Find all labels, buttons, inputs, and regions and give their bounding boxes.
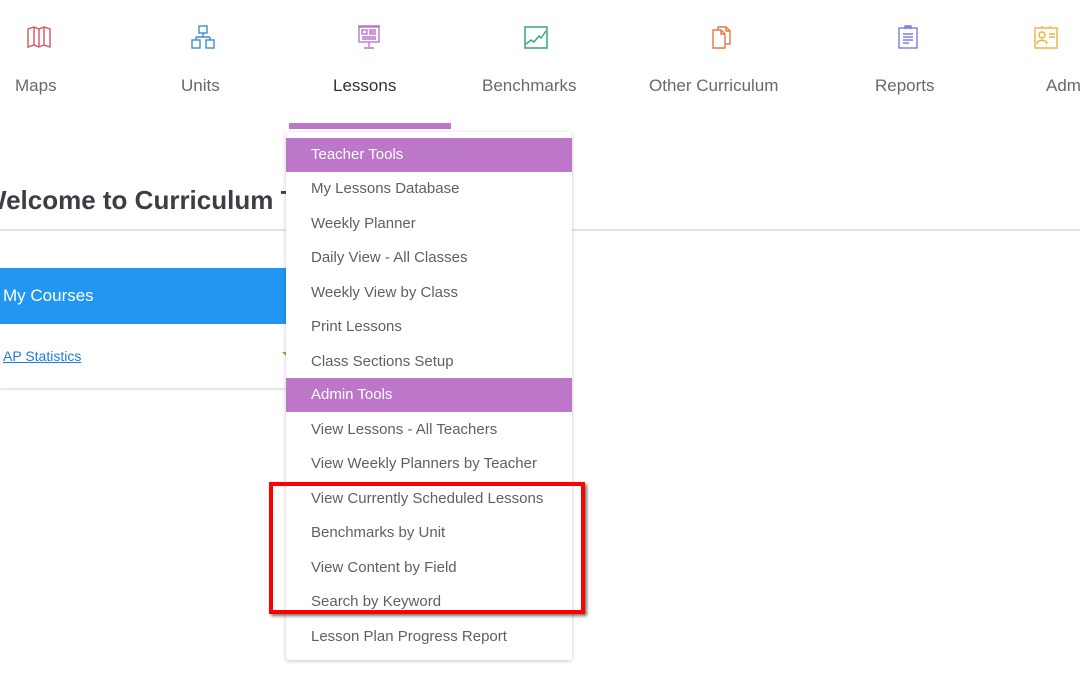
clipboard-icon <box>895 24 921 50</box>
nav-lessons[interactable]: Lessons <box>320 0 420 110</box>
nav-label: Maps <box>15 76 57 95</box>
my-courses-panel: My Courses AP Statistics <box>0 268 290 388</box>
menu-section-label: Teacher Tools <box>311 146 404 163</box>
line-chart-icon <box>523 24 549 50</box>
nav-admin[interactable]: Adm <box>1030 0 1080 110</box>
nav-reports[interactable]: Reports <box>860 0 960 110</box>
menu-item-weekly-view-by-class[interactable]: Weekly View by Class <box>286 276 572 310</box>
nav-other-curriculum[interactable]: Other Curriculum <box>640 0 810 110</box>
hierarchy-icon <box>190 24 216 50</box>
nav-units[interactable]: Units <box>160 0 250 110</box>
menu-item-view-currently-scheduled-lessons[interactable]: View Currently Scheduled Lessons <box>286 482 572 516</box>
menu-item-print-lessons[interactable]: Print Lessons <box>286 310 572 344</box>
nav-label: Lessons <box>333 76 397 95</box>
menu-item-daily-view-all-classes[interactable]: Daily View - All Classes <box>286 241 572 275</box>
menu-item-label: Weekly Planner <box>311 215 416 232</box>
lessons-dropdown-menu: Teacher Tools My Lessons Database Weekly… <box>286 132 572 660</box>
active-tab-indicator <box>289 123 451 129</box>
menu-section-teacher-tools: Teacher Tools <box>286 138 572 172</box>
menu-section-label: Admin Tools <box>311 386 393 403</box>
menu-item-label: View Weekly Planners by Teacher <box>311 455 537 472</box>
menu-item-label: Weekly View by Class <box>311 284 458 301</box>
menu-item-label: Daily View - All Classes <box>311 249 468 266</box>
menu-item-label: View Currently Scheduled Lessons <box>311 490 544 507</box>
menu-item-search-by-keyword[interactable]: Search by Keyword <box>286 585 572 619</box>
presentation-board-icon <box>356 24 382 50</box>
nav-maps[interactable]: Maps <box>0 0 80 110</box>
menu-item-lesson-plan-progress-report[interactable]: Lesson Plan Progress Report <box>286 620 572 654</box>
menu-item-view-content-by-field[interactable]: View Content by Field <box>286 551 572 585</box>
menu-item-weekly-planner[interactable]: Weekly Planner <box>286 207 572 241</box>
nav-benchmarks[interactable]: Benchmarks <box>470 0 600 110</box>
menu-item-label: Print Lessons <box>311 318 402 335</box>
menu-item-label: View Lessons - All Teachers <box>311 421 498 438</box>
menu-item-label: View Content by Field <box>311 559 457 576</box>
menu-item-label: Lesson Plan Progress Report <box>311 628 507 645</box>
menu-item-label: My Lessons Database <box>311 180 460 197</box>
menu-section-admin-tools: Admin Tools <box>286 378 572 412</box>
my-courses-header: My Courses <box>0 268 290 324</box>
nav-label: Other Curriculum <box>649 76 779 95</box>
menu-item-label: Class Sections Setup <box>311 353 454 370</box>
nav-label: Units <box>181 76 220 95</box>
my-courses-title: My Courses <box>3 286 94 305</box>
nav-label: Adm <box>1046 76 1080 95</box>
nav-label: Benchmarks <box>482 76 577 95</box>
nav-label: Reports <box>875 76 935 95</box>
top-navigation: Maps Units Lessons Benchmarks Other Curr… <box>0 0 1080 130</box>
menu-item-view-weekly-planners-by-teacher[interactable]: View Weekly Planners by Teacher <box>286 447 572 481</box>
admin-id-card-icon <box>1033 24 1059 50</box>
course-link-ap-statistics[interactable]: AP Statistics <box>3 348 81 364</box>
menu-item-label: Benchmarks by Unit <box>311 524 446 541</box>
map-icon <box>26 24 52 50</box>
page-title: Welcome to Curriculum Trak <box>0 185 335 215</box>
menu-item-view-lessons-all-teachers[interactable]: View Lessons - All Teachers <box>286 413 572 447</box>
menu-item-label: Search by Keyword <box>311 593 442 610</box>
menu-item-benchmarks-by-unit[interactable]: Benchmarks by Unit <box>286 516 572 550</box>
menu-item-class-sections-setup[interactable]: Class Sections Setup <box>286 345 572 379</box>
menu-item-my-lessons-database[interactable]: My Lessons Database <box>286 172 572 206</box>
documents-icon <box>709 24 735 50</box>
